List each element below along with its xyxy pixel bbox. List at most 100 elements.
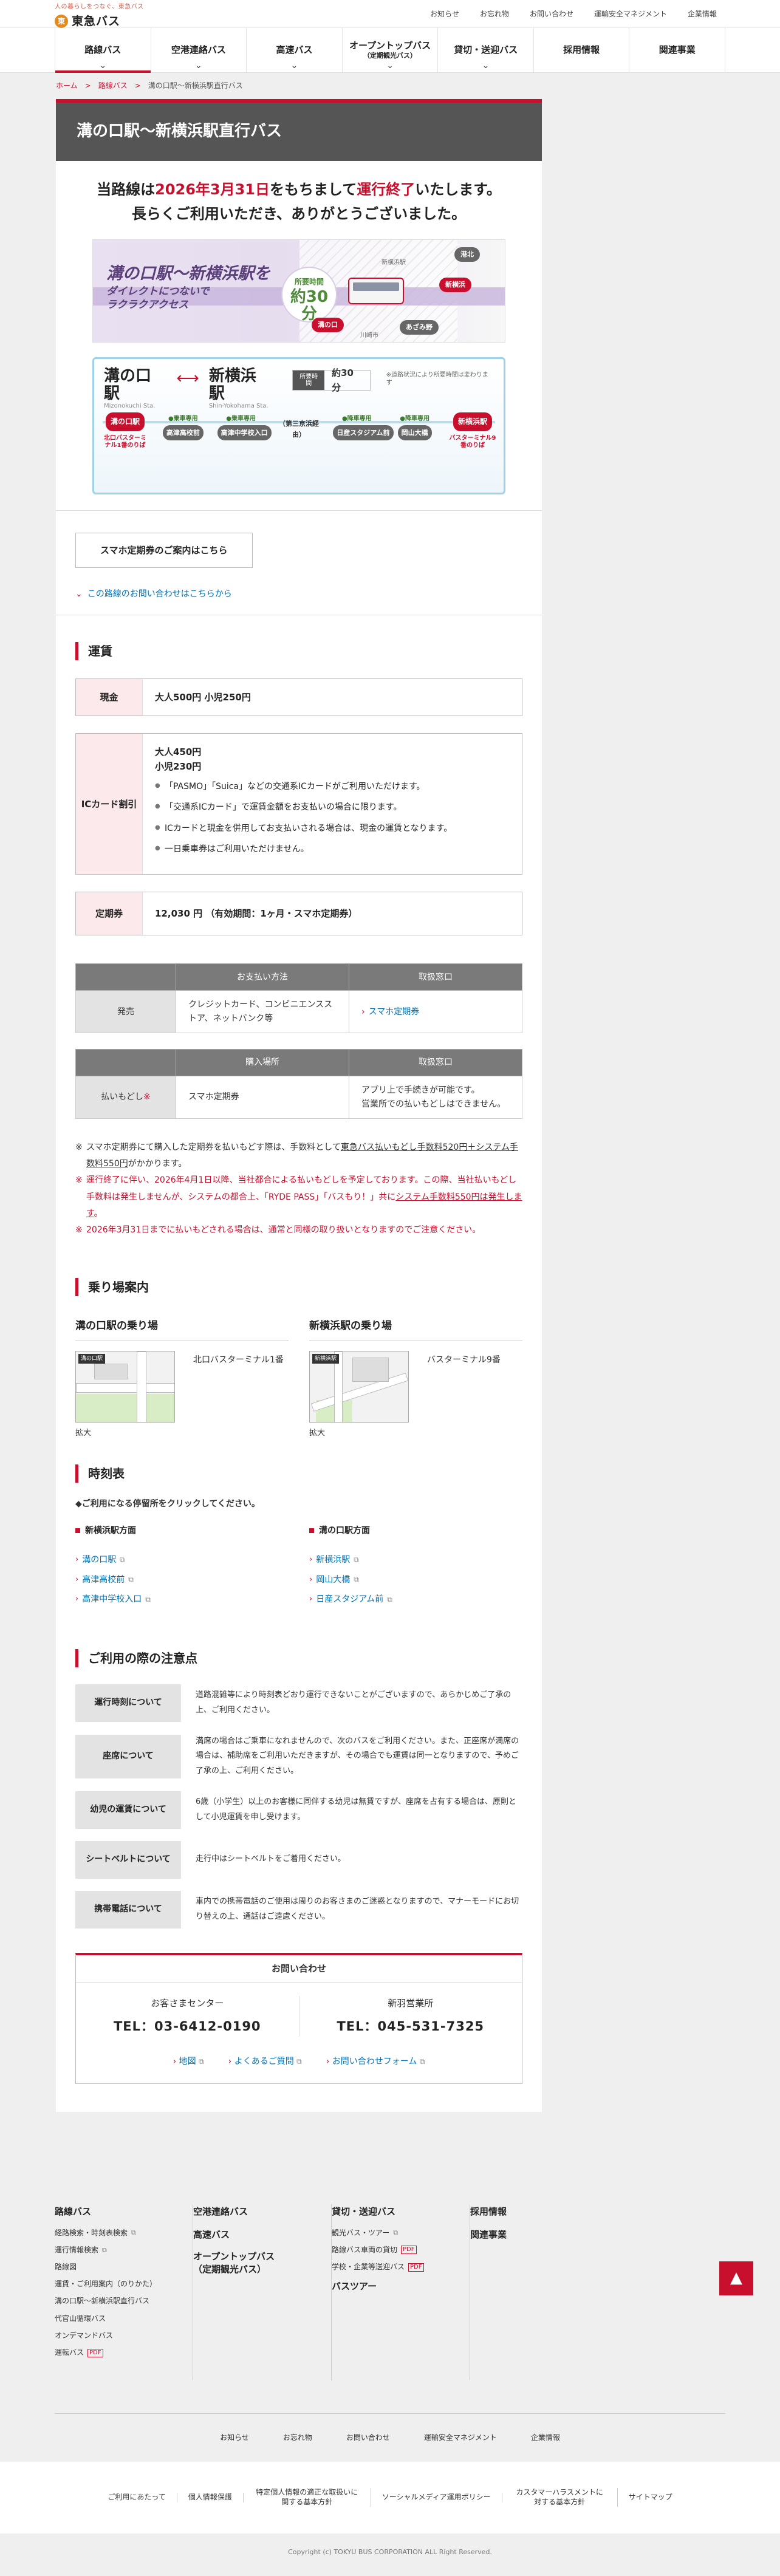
gnav-related[interactable]: 関連事業 [629,28,726,72]
util-link-lost-items[interactable]: お忘れ物 [480,9,509,20]
banner-copy-line: ラクラクアクセス [106,299,189,312]
util-link-contact[interactable]: お問い合わせ [530,9,573,20]
gnav-charter-bus[interactable]: 貸切・送迎バス ⌄ [438,28,534,72]
footer-nav-link[interactable]: お問い合わせ [346,2432,390,2444]
list-item[interactable]: › 高津中学校入口 ⧉ [75,1593,289,1606]
faq-link[interactable]: › よくあるご質問 ⧉ [228,2055,302,2068]
contact-tel[interactable]: TEL：03-6412-0190 [76,2017,299,2037]
list-item[interactable]: 運行情報検索 ⧉ [55,2244,185,2256]
list-item[interactable]: 路線バス車両の貸切 PDF [332,2244,462,2256]
list-item[interactable]: 観光バス・ツアー ⧉ [332,2227,462,2239]
list-item[interactable]: › 溝の口駅 ⧉ [75,1553,289,1566]
footer-nav-link[interactable]: お忘れ物 [283,2432,312,2444]
fare-ic-note: 「交通系ICカード」で運賃金額をお支払いの場合に限ります。 [155,801,510,814]
footer-heading[interactable]: オープントップバス （定期観光バス） [193,2250,324,2276]
map-link[interactable]: › 地図 ⧉ [173,2055,204,2068]
footer-col-recruit: 採用情報 関連事業 [470,2204,609,2380]
gnav-highway-bus[interactable]: 高速バス ⌄ [247,28,343,72]
footer-heading[interactable]: 空港連絡バス [193,2204,324,2219]
chevron-right-icon: › [228,2057,234,2067]
enlarge-link[interactable]: 拡大 [309,1427,409,1440]
list-item[interactable]: › 新横浜駅 ⧉ [309,1553,522,1566]
fare-ic: ICカード割引 大人450円 小児230円 「PASMO」「Suica」などの交… [75,733,522,875]
external-link-icon: ⧉ [145,1594,151,1604]
contact-links: › 地図 ⧉ › よくあるご質問 ⧉ › お問い合わせフォーム ⧉ [76,2050,522,2083]
chevron-right-icon: › [75,1574,79,1584]
footer-heading[interactable]: 関連事業 [470,2227,601,2242]
list-item[interactable]: 学校・企業等送迎バス PDF [332,2261,462,2273]
contact-heading: お問い合わせ [76,1955,522,1983]
smartphone-pass-link[interactable]: › スマホ定期券 [361,1007,419,1017]
timetable-stop-link: 日産スタジアム前 [316,1594,384,1605]
caution-row: 携帯電話について 車内での携帯電話のご使用は周りのお客さまのご迷惑となりますので… [75,1890,522,1929]
list-item[interactable]: オンデマンドバス [55,2330,185,2342]
footer-heading[interactable]: 採用情報 [470,2204,601,2219]
list-item[interactable]: 路線図 [55,2261,185,2273]
banner-duration-badge: 所要時間 約30分 [281,267,337,323]
footer-nav-link[interactable]: 運輸安全マネジメント [424,2432,497,2444]
note-text: 。 [94,1209,103,1219]
gnav-recruit[interactable]: 採用情報 [534,28,630,72]
gnav-route-bus[interactable]: 路線バス ⌄ [55,28,151,73]
list-item[interactable]: 経路検索・時刻表検索 ⧉ [55,2227,185,2239]
notice-text: をもちまして [270,181,357,199]
footer-link: 観光バス・ツアー [332,2228,390,2237]
list-item[interactable]: › 高津高校前 ⧉ [75,1573,289,1587]
link-text: よくあるご質問 [234,2057,294,2067]
list-item[interactable]: 溝の口駅〜新横浜駅直行バス [55,2295,185,2307]
list-item[interactable]: › 岡山大橋 ⧉ [309,1573,522,1587]
route-inquiry-link[interactable]: ⌄ この路線のお問い合わせはこちらから [75,587,522,601]
breadcrumb-home[interactable]: ホーム [56,80,78,92]
list-item[interactable]: 運転バス PDF [55,2347,185,2359]
footer-nav-link[interactable]: 企業情報 [531,2432,560,2444]
util-link-safety[interactable]: 運輸安全マネジメント [594,9,667,20]
list-item[interactable]: 代官山循環バス [55,2313,185,2325]
util-link-company[interactable]: 企業情報 [688,9,717,20]
breadcrumb-route-bus[interactable]: 路線バス [98,80,128,92]
footer-link: 経路検索・時刻表検索 [55,2228,128,2237]
stop-name: 岡山大橋 [397,425,432,441]
footer-nav-link[interactable]: お知らせ [220,2432,249,2444]
smartphone-pass-button[interactable]: スマホ定期券のご案内はこちら [75,533,253,569]
stop-map-thumbnail[interactable]: 新横浜駅 [309,1350,409,1423]
legal-link[interactable]: 個人情報保護 [177,2493,244,2503]
external-link-icon: ⧉ [128,1575,134,1584]
pin-mid: 港北 [454,247,480,262]
banner-tag: 新横浜駅 [381,259,406,267]
contact-form-link[interactable]: › お問い合わせフォーム ⧉ [326,2055,425,2068]
legal-link[interactable]: ご利用にあたって [97,2493,177,2503]
util-link-news[interactable]: お知らせ [430,9,459,20]
gnav-open-top-bus[interactable]: オープントップバス （定期観光バス） ⌄ [343,28,439,72]
stop-map-thumbnail[interactable]: 溝の口駅 [75,1350,175,1423]
legal-link[interactable]: カスタマーハラスメントに対する基本方針 [502,2488,618,2507]
notice-date: 2026年3月31日 [155,181,270,199]
enlarge-link[interactable]: 拡大 [75,1427,175,1440]
footer-heading[interactable]: 貸切・送迎バス [332,2204,462,2219]
site-logo[interactable]: 人の暮らしをつなぐ、東急バス 東 東急バス [55,2,144,30]
service-end-notice: 当路線は2026年3月31日をもちまして運行終了いたします。 長らくご利用いただ… [56,161,542,226]
footer-nav: お知らせ お忘れ物 お問い合わせ 運輸安全マネジメント 企業情報 [55,2413,725,2462]
gnav-label: 採用情報 [563,44,600,56]
legal-link[interactable]: サイトマップ [618,2493,683,2503]
caution-label: 携帯電話について [75,1890,181,1929]
table-cell: スマホ定期券 [176,1076,349,1119]
list-item[interactable]: › 日産スタジアム前 ⧉ [309,1593,522,1606]
legal-link[interactable]: 特定個人情報の適正な取扱いに関する基本方針 [244,2488,371,2507]
list-item[interactable]: 運賃・ご利用案内（のりかた） [55,2278,185,2290]
back-to-top-button[interactable]: ▲ [719,2261,753,2295]
table-header: 購入場所 [176,1049,349,1077]
footer-heading[interactable]: バスツアー [332,2279,462,2294]
table-cell: アプリ上で手続きが可能です。 営業所での払いもどしはできません。 [349,1076,522,1119]
gnav-label: 高速バス [276,44,313,56]
contact-tel[interactable]: TEL：045-531-7325 [299,2017,522,2037]
route-stop: 溝の口駅 北口バスターミナル1番のりば [101,410,149,449]
footer-link: 代官山循環バス [55,2314,106,2323]
route-from: 溝の口駅 Mizonokuchi Sta. [104,367,167,409]
legal-links: ご利用にあたって 個人情報保護 特定個人情報の適正な取扱いに関する基本方針 ソー… [0,2461,780,2533]
footer-heading[interactable]: 路線バス [55,2204,185,2219]
cell-line: 営業所での払いもどしはできません。 [361,1099,506,1109]
footer-heading[interactable]: 高速バス [193,2227,324,2242]
stop-type: ●降車専用 [341,415,372,422]
legal-link[interactable]: ソーシャルメディア運用ポリシー [371,2493,502,2503]
gnav-airport-bus[interactable]: 空港連絡バス ⌄ [151,28,247,72]
